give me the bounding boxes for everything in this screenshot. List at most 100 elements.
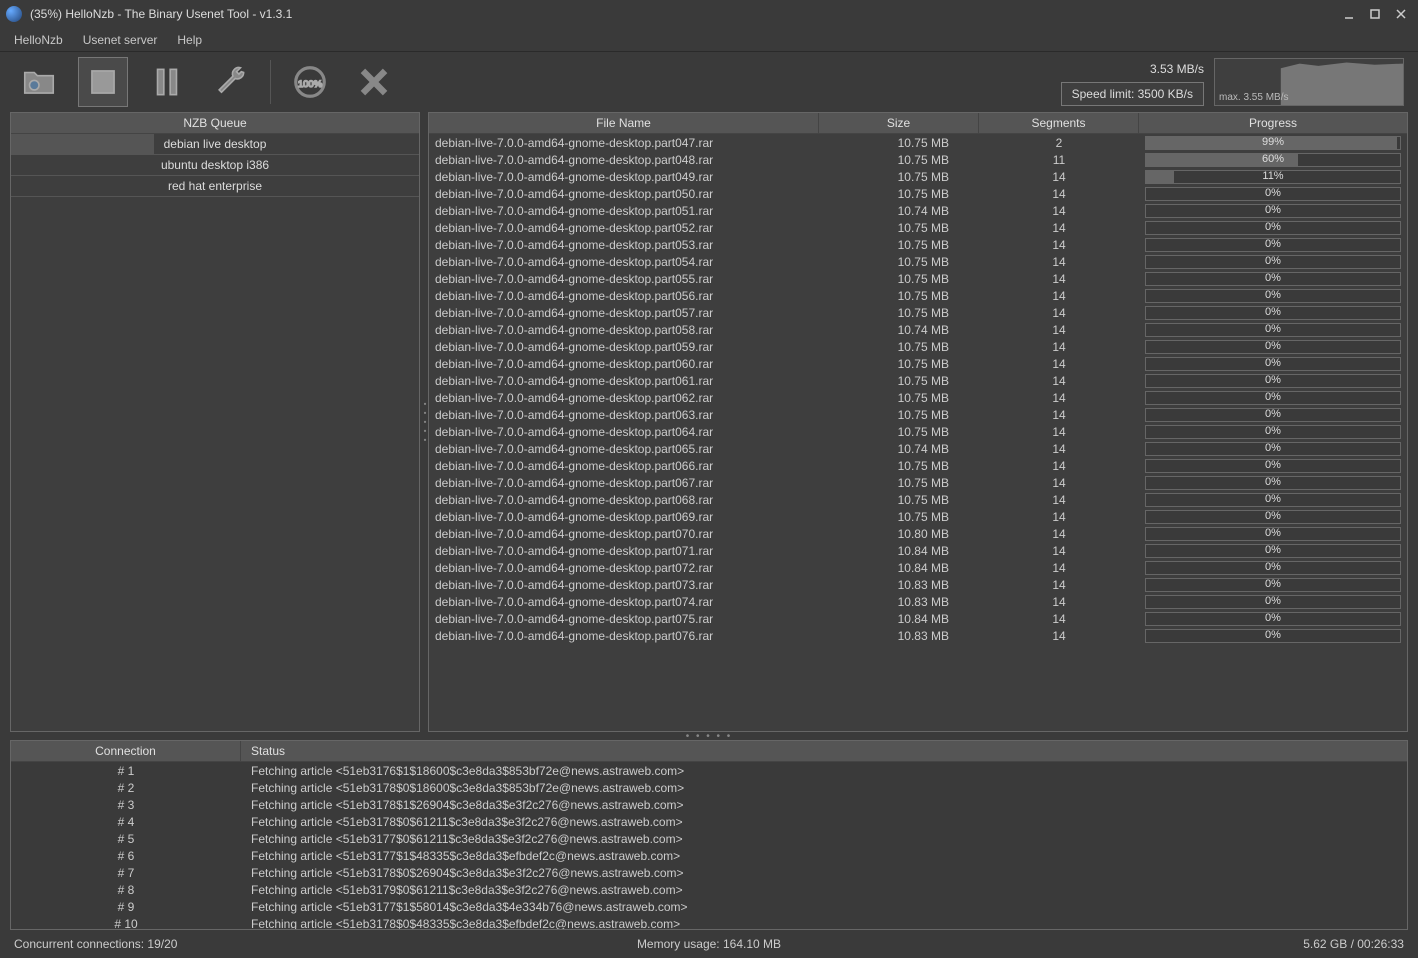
file-name: debian-live-7.0.0-amd64-gnome-desktop.pa… bbox=[429, 425, 819, 439]
file-size: 10.84 MB bbox=[819, 544, 979, 558]
connection-row[interactable]: # 5Fetching article <51eb3177$0$61211$c3… bbox=[11, 830, 1407, 847]
file-row[interactable]: debian-live-7.0.0-amd64-gnome-desktop.pa… bbox=[429, 576, 1407, 593]
file-size: 10.84 MB bbox=[819, 612, 979, 626]
file-row[interactable]: debian-live-7.0.0-amd64-gnome-desktop.pa… bbox=[429, 593, 1407, 610]
file-row[interactable]: debian-live-7.0.0-amd64-gnome-desktop.pa… bbox=[429, 219, 1407, 236]
nzb-queue-body[interactable]: debian live desktopubuntu desktop i386re… bbox=[11, 134, 419, 731]
file-row[interactable]: debian-live-7.0.0-amd64-gnome-desktop.pa… bbox=[429, 338, 1407, 355]
col-connection[interactable]: Connection bbox=[11, 741, 241, 761]
open-button[interactable] bbox=[14, 57, 64, 107]
file-row[interactable]: debian-live-7.0.0-amd64-gnome-desktop.pa… bbox=[429, 168, 1407, 185]
connection-row[interactable]: # 6Fetching article <51eb3177$1$48335$c3… bbox=[11, 847, 1407, 864]
file-size: 10.75 MB bbox=[819, 170, 979, 184]
file-row[interactable]: debian-live-7.0.0-amd64-gnome-desktop.pa… bbox=[429, 236, 1407, 253]
maximize-button[interactable] bbox=[1364, 5, 1386, 23]
file-row[interactable]: debian-live-7.0.0-amd64-gnome-desktop.pa… bbox=[429, 389, 1407, 406]
speed-limit-button[interactable]: Speed limit: 3500 KB/s bbox=[1061, 82, 1204, 106]
file-row[interactable]: debian-live-7.0.0-amd64-gnome-desktop.pa… bbox=[429, 202, 1407, 219]
pause-button[interactable] bbox=[142, 57, 192, 107]
queue-row[interactable]: red hat enterprise bbox=[11, 176, 419, 197]
horizontal-splitter[interactable]: • • • • • bbox=[10, 732, 1408, 740]
progress-bar: 0% bbox=[1145, 442, 1401, 456]
vertical-splitter[interactable]: ••••• bbox=[421, 400, 429, 445]
menu-hellonzb[interactable]: HelloNzb bbox=[6, 31, 71, 49]
connection-row[interactable]: # 1Fetching article <51eb3176$1$18600$c3… bbox=[11, 762, 1407, 779]
file-row[interactable]: debian-live-7.0.0-amd64-gnome-desktop.pa… bbox=[429, 253, 1407, 270]
file-size: 10.74 MB bbox=[819, 442, 979, 456]
queue-row[interactable]: debian live desktop bbox=[11, 134, 419, 155]
connection-id: # 1 bbox=[11, 764, 241, 778]
col-progress[interactable]: Progress bbox=[1139, 113, 1407, 133]
file-row[interactable]: debian-live-7.0.0-amd64-gnome-desktop.pa… bbox=[429, 304, 1407, 321]
file-row[interactable]: debian-live-7.0.0-amd64-gnome-desktop.pa… bbox=[429, 491, 1407, 508]
col-filename[interactable]: File Name bbox=[429, 113, 819, 133]
file-progress-cell: 0% bbox=[1139, 475, 1407, 491]
menu-usenet-server[interactable]: Usenet server bbox=[75, 31, 166, 49]
file-segments: 14 bbox=[979, 408, 1139, 422]
menu-help[interactable]: Help bbox=[169, 31, 210, 49]
speed-max-label: max. 3.55 MB/s bbox=[1219, 92, 1288, 103]
file-row[interactable]: debian-live-7.0.0-amd64-gnome-desktop.pa… bbox=[429, 151, 1407, 168]
connection-row[interactable]: # 3Fetching article <51eb3178$1$26904$c3… bbox=[11, 796, 1407, 813]
file-progress-cell: 0% bbox=[1139, 322, 1407, 338]
file-name: debian-live-7.0.0-amd64-gnome-desktop.pa… bbox=[429, 578, 819, 592]
cancel-button[interactable] bbox=[349, 57, 399, 107]
file-row[interactable]: debian-live-7.0.0-amd64-gnome-desktop.pa… bbox=[429, 423, 1407, 440]
file-size: 10.75 MB bbox=[819, 476, 979, 490]
file-row[interactable]: debian-live-7.0.0-amd64-gnome-desktop.pa… bbox=[429, 559, 1407, 576]
close-button[interactable] bbox=[1390, 5, 1412, 23]
progress-text: 0% bbox=[1146, 238, 1400, 250]
connection-row[interactable]: # 9Fetching article <51eb3177$1$58014$c3… bbox=[11, 898, 1407, 915]
settings-button[interactable] bbox=[206, 57, 256, 107]
file-row[interactable]: debian-live-7.0.0-amd64-gnome-desktop.pa… bbox=[429, 355, 1407, 372]
col-segments[interactable]: Segments bbox=[979, 113, 1139, 133]
file-name: debian-live-7.0.0-amd64-gnome-desktop.pa… bbox=[429, 442, 819, 456]
files-body[interactable]: debian-live-7.0.0-amd64-gnome-desktop.pa… bbox=[429, 134, 1407, 731]
col-size[interactable]: Size bbox=[819, 113, 979, 133]
progress-bar: 99% bbox=[1145, 136, 1401, 150]
file-name: debian-live-7.0.0-amd64-gnome-desktop.pa… bbox=[429, 595, 819, 609]
queue-row[interactable]: ubuntu desktop i386 bbox=[11, 155, 419, 176]
file-row[interactable]: debian-live-7.0.0-amd64-gnome-desktop.pa… bbox=[429, 287, 1407, 304]
speed-meter-button[interactable]: 100% bbox=[285, 57, 335, 107]
connection-row[interactable]: # 10Fetching article <51eb3178$0$48335$c… bbox=[11, 915, 1407, 929]
file-row[interactable]: debian-live-7.0.0-amd64-gnome-desktop.pa… bbox=[429, 270, 1407, 287]
file-row[interactable]: debian-live-7.0.0-amd64-gnome-desktop.pa… bbox=[429, 372, 1407, 389]
x-icon bbox=[355, 63, 393, 101]
file-segments: 14 bbox=[979, 612, 1139, 626]
file-name: debian-live-7.0.0-amd64-gnome-desktop.pa… bbox=[429, 476, 819, 490]
file-segments: 14 bbox=[979, 527, 1139, 541]
connection-row[interactable]: # 4Fetching article <51eb3178$0$61211$c3… bbox=[11, 813, 1407, 830]
connection-row[interactable]: # 8Fetching article <51eb3179$0$61211$c3… bbox=[11, 881, 1407, 898]
nzb-queue-header-label[interactable]: NZB Queue bbox=[11, 113, 419, 133]
file-row[interactable]: debian-live-7.0.0-amd64-gnome-desktop.pa… bbox=[429, 542, 1407, 559]
progress-text: 11% bbox=[1146, 170, 1400, 182]
file-name: debian-live-7.0.0-amd64-gnome-desktop.pa… bbox=[429, 561, 819, 575]
file-name: debian-live-7.0.0-amd64-gnome-desktop.pa… bbox=[429, 289, 819, 303]
minimize-button[interactable] bbox=[1338, 5, 1360, 23]
connections-body[interactable]: # 1Fetching article <51eb3176$1$18600$c3… bbox=[11, 762, 1407, 929]
file-segments: 11 bbox=[979, 153, 1139, 167]
file-row[interactable]: debian-live-7.0.0-amd64-gnome-desktop.pa… bbox=[429, 185, 1407, 202]
file-row[interactable]: debian-live-7.0.0-amd64-gnome-desktop.pa… bbox=[429, 440, 1407, 457]
connection-row[interactable]: # 2Fetching article <51eb3178$0$18600$c3… bbox=[11, 779, 1407, 796]
stop-icon bbox=[84, 63, 122, 101]
file-row[interactable]: debian-live-7.0.0-amd64-gnome-desktop.pa… bbox=[429, 610, 1407, 627]
file-row[interactable]: debian-live-7.0.0-amd64-gnome-desktop.pa… bbox=[429, 321, 1407, 338]
file-row[interactable]: debian-live-7.0.0-amd64-gnome-desktop.pa… bbox=[429, 627, 1407, 644]
speedometer-icon: 100% bbox=[291, 63, 329, 101]
file-name: debian-live-7.0.0-amd64-gnome-desktop.pa… bbox=[429, 612, 819, 626]
file-progress-cell: 0% bbox=[1139, 203, 1407, 219]
file-segments: 2 bbox=[979, 136, 1139, 150]
file-size: 10.83 MB bbox=[819, 629, 979, 643]
col-status[interactable]: Status bbox=[241, 741, 1407, 761]
file-row[interactable]: debian-live-7.0.0-amd64-gnome-desktop.pa… bbox=[429, 508, 1407, 525]
file-size: 10.75 MB bbox=[819, 255, 979, 269]
file-row[interactable]: debian-live-7.0.0-amd64-gnome-desktop.pa… bbox=[429, 525, 1407, 542]
file-row[interactable]: debian-live-7.0.0-amd64-gnome-desktop.pa… bbox=[429, 474, 1407, 491]
connection-row[interactable]: # 7Fetching article <51eb3178$0$26904$c3… bbox=[11, 864, 1407, 881]
file-row[interactable]: debian-live-7.0.0-amd64-gnome-desktop.pa… bbox=[429, 406, 1407, 423]
file-row[interactable]: debian-live-7.0.0-amd64-gnome-desktop.pa… bbox=[429, 134, 1407, 151]
stop-button[interactable] bbox=[78, 57, 128, 107]
file-row[interactable]: debian-live-7.0.0-amd64-gnome-desktop.pa… bbox=[429, 457, 1407, 474]
